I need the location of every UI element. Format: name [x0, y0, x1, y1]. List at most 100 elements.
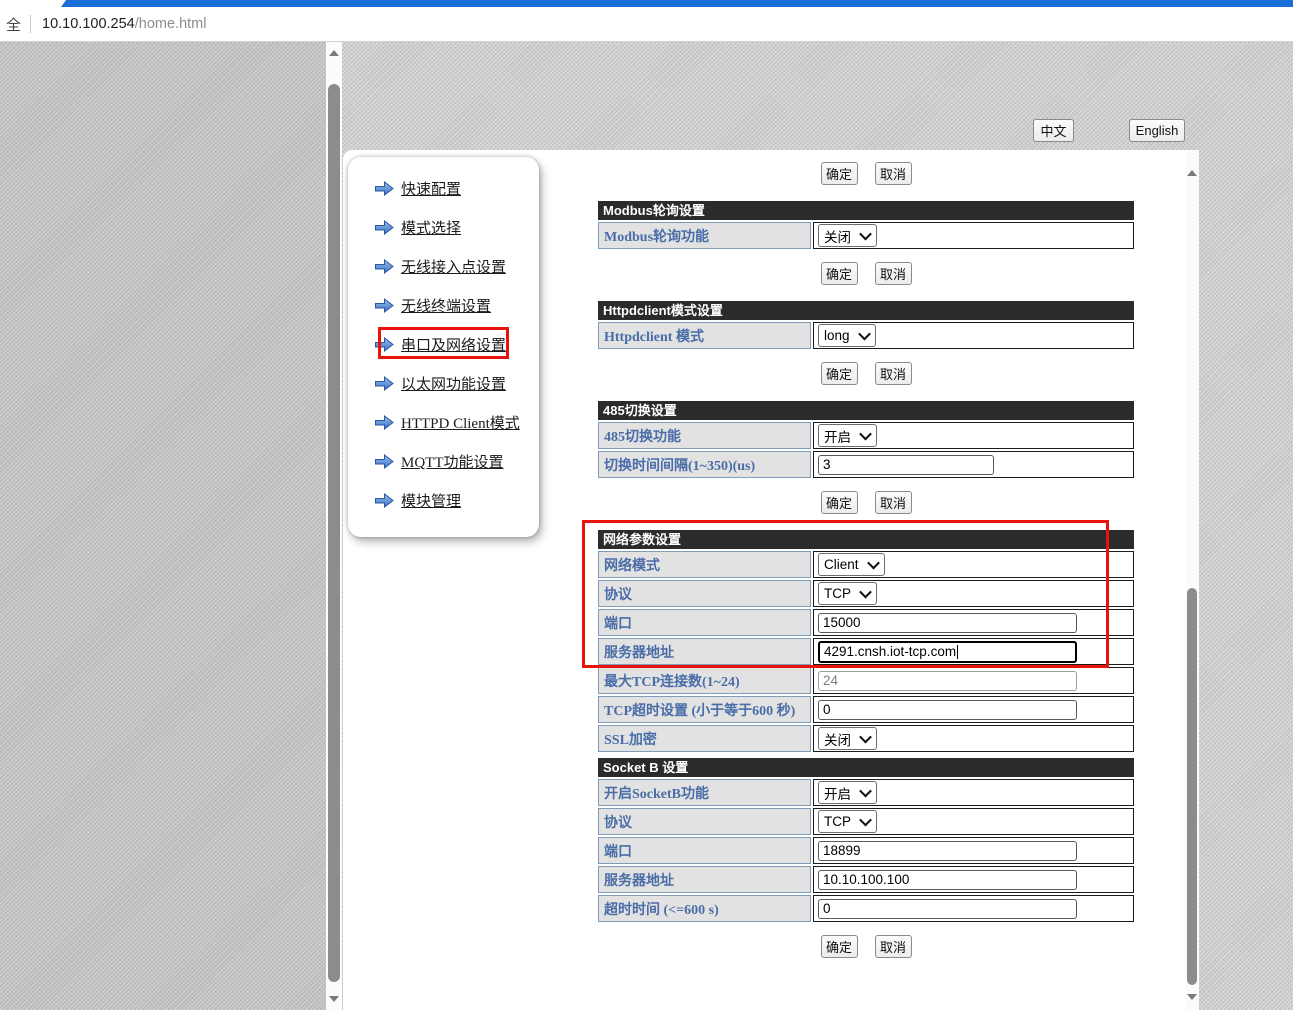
chevron-down-icon [858, 328, 871, 341]
field-value-cell: 18899 [813, 837, 1134, 864]
inner-scrollbar-thumb[interactable] [1187, 588, 1197, 985]
field-label: SSL加密 [598, 725, 811, 752]
blue-arrow-icon [375, 220, 394, 235]
field-input[interactable]: 0 [818, 899, 1077, 919]
field-input[interactable]: 4291.cnsh.iot-tcp.com [818, 641, 1077, 663]
text-caret [957, 645, 958, 659]
field-select[interactable]: 关闭 [818, 727, 877, 750]
scroll-down-icon[interactable] [1187, 994, 1197, 1000]
sidebar-item-8[interactable]: MQTT功能设置 [348, 442, 539, 481]
blue-arrow-icon [375, 415, 394, 430]
scroll-up-icon[interactable] [1187, 170, 1197, 176]
select-value: 关闭 [824, 729, 851, 749]
sidebar-item-label: 无线终端设置 [401, 295, 491, 316]
page-url-host: 10.10.100.254 [42, 16, 135, 32]
chevron-down-icon [859, 228, 872, 241]
field-value-cell: 10.10.100.100 [813, 866, 1134, 893]
select-value: long [824, 328, 850, 343]
confirm-button[interactable]: 确定 [821, 362, 858, 385]
confirm-button[interactable]: 确定 [821, 491, 858, 514]
field-input[interactable]: 15000 [818, 613, 1077, 633]
field-select[interactable]: TCP [818, 582, 877, 605]
address-separator [30, 15, 31, 33]
sidebar-item-5[interactable]: 串口及网络设置 [348, 325, 539, 364]
input-value: 24 [823, 673, 838, 688]
field-label: 超时时间 (<=600 s) [598, 895, 811, 922]
sidebar-item-9[interactable]: 模块管理 [348, 481, 539, 520]
settings-section: Modbus轮询设置Modbus轮询功能关闭 [598, 201, 1134, 249]
field-select[interactable]: 开启 [818, 781, 877, 804]
sidebar-item-7[interactable]: HTTPD Client模式 [348, 403, 539, 442]
sidebar-item-label: MQTT功能设置 [401, 451, 504, 472]
sidebar-item-6[interactable]: 以太网功能设置 [348, 364, 539, 403]
input-value: 10.10.100.100 [823, 872, 909, 887]
confirm-button[interactable]: 确定 [821, 262, 858, 285]
field-select[interactable]: 关闭 [818, 224, 877, 247]
field-label: 网络模式 [598, 551, 811, 578]
language-english-button[interactable]: English [1129, 119, 1185, 142]
sidebar-menu: 快速配置模式选择无线接入点设置无线终端设置串口及网络设置以太网功能设置HTTPD… [348, 157, 539, 537]
field-input[interactable]: 18899 [818, 841, 1077, 861]
outer-scrollbar[interactable] [326, 42, 342, 1010]
select-value: 开启 [824, 783, 851, 803]
blue-arrow-icon [375, 181, 394, 196]
cancel-button[interactable]: 取消 [875, 162, 912, 185]
field-select[interactable]: Client [818, 553, 885, 576]
sidebar-item-1[interactable]: 快速配置 [348, 169, 539, 208]
section-header: Httpdclient模式设置 [598, 301, 1134, 320]
field-label: 端口 [598, 837, 811, 864]
field-input[interactable]: 0 [818, 700, 1077, 720]
scroll-down-icon[interactable] [329, 996, 339, 1002]
cancel-button[interactable]: 取消 [875, 935, 912, 958]
sidebar-item-2[interactable]: 模式选择 [348, 208, 539, 247]
address-bar[interactable]: 全 10.10.100.254/home.html [0, 7, 1293, 42]
sidebar-item-label: 模式选择 [401, 217, 461, 238]
inner-scrollbar[interactable] [1185, 150, 1199, 1010]
field-label: Modbus轮询功能 [598, 222, 811, 249]
field-value-cell: 15000 [813, 609, 1134, 636]
outer-scrollbar-thumb[interactable] [328, 84, 340, 982]
cancel-button[interactable]: 取消 [875, 491, 912, 514]
scroll-up-icon[interactable] [329, 50, 339, 56]
settings-section: 网络参数设置网络模式Client协议TCP端口15000服务器地址4291.cn… [598, 530, 1134, 752]
language-chinese-button[interactable]: 中文 [1033, 119, 1074, 142]
field-value-cell: 24 [813, 667, 1134, 694]
settings-section: 485切换设置485切换功能开启切换时间间隔(1~350)(us)3 [598, 401, 1134, 478]
field-select[interactable]: long [818, 324, 876, 347]
field-input[interactable]: 10.10.100.100 [818, 870, 1077, 890]
blue-arrow-icon [375, 259, 394, 274]
input-value: 4291.cnsh.iot-tcp.com [824, 644, 956, 659]
field-label: 端口 [598, 609, 811, 636]
chevron-down-icon [859, 586, 872, 599]
input-value: 3 [823, 457, 831, 472]
field-select[interactable]: TCP [818, 810, 877, 833]
sidebar-item-3[interactable]: 无线接入点设置 [348, 247, 539, 286]
select-value: TCP [824, 586, 851, 601]
field-label: TCP超时设置 (小于等于600 秒) [598, 696, 811, 723]
chevron-down-icon [859, 814, 872, 827]
sidebar-item-4[interactable]: 无线终端设置 [348, 286, 539, 325]
field-value-cell: 4291.cnsh.iot-tcp.com [813, 638, 1134, 665]
field-label: 最大TCP连接数(1~24) [598, 667, 811, 694]
settings-section: Socket B 设置开启SocketB功能开启协议TCP端口18899服务器地… [598, 758, 1134, 922]
cancel-button[interactable]: 取消 [875, 362, 912, 385]
input-value: 18899 [823, 843, 861, 858]
sidebar-item-label: 模块管理 [401, 490, 461, 511]
action-button-group: 确定取消 [598, 362, 1134, 385]
blue-arrow-icon [375, 493, 394, 508]
field-value-cell: 开启 [813, 422, 1134, 449]
blue-arrow-icon [375, 376, 394, 391]
page-url-path: /home.html [135, 16, 207, 32]
sidebar-item-label: 无线接入点设置 [401, 256, 506, 277]
sidebar-item-label: 串口及网络设置 [401, 334, 506, 355]
field-select[interactable]: 开启 [818, 424, 877, 447]
arrow-icon [375, 181, 394, 196]
section-header: Socket B 设置 [598, 758, 1134, 777]
cancel-button[interactable]: 取消 [875, 262, 912, 285]
field-input[interactable]: 3 [818, 455, 994, 475]
chevron-down-icon [867, 557, 880, 570]
field-value-cell: 开启 [813, 779, 1134, 806]
confirm-button[interactable]: 确定 [821, 162, 858, 185]
confirm-button[interactable]: 确定 [821, 935, 858, 958]
input-value: 0 [823, 702, 831, 717]
